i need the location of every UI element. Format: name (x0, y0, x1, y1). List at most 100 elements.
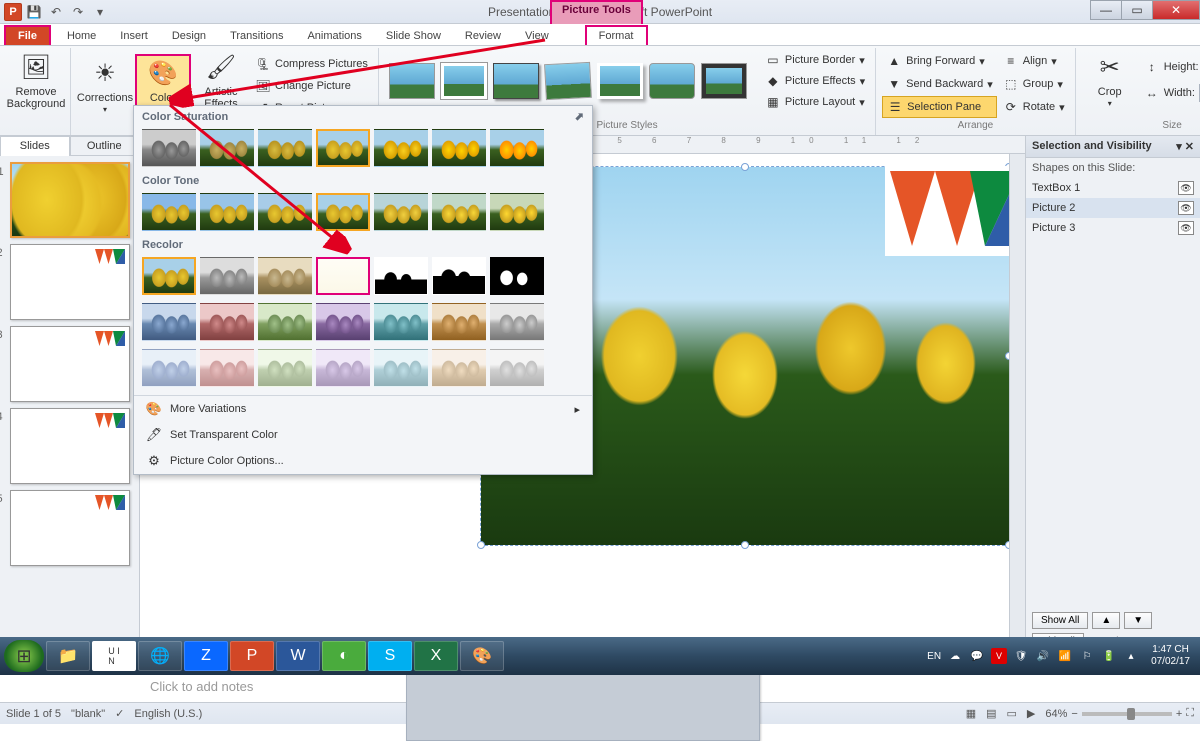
tab-outline[interactable]: Outline (70, 136, 140, 156)
recolor-swatch[interactable] (316, 303, 370, 341)
zoom-in-icon[interactable]: + (1176, 708, 1182, 720)
view-reading-icon[interactable]: ▭ (1007, 707, 1017, 720)
picture-style-item[interactable] (649, 63, 695, 99)
spellcheck-icon[interactable]: ✓ (115, 707, 124, 720)
crop-button[interactable]: ✂ Crop▾ (1082, 50, 1138, 111)
picture-layout-button[interactable]: ▦Picture Layout▾ (761, 92, 869, 112)
tab-review[interactable]: Review (453, 27, 513, 45)
reorder-down-button[interactable]: ▼ (1124, 612, 1152, 629)
picture-border-button[interactable]: ▭Picture Border▾ (761, 50, 869, 70)
taskbar-powerpoint[interactable]: P (230, 641, 274, 671)
saturation-swatch[interactable] (374, 129, 428, 167)
recolor-swatch[interactable] (142, 349, 196, 387)
set-transparent-color-item[interactable]: 🖊Set Transparent Color (134, 422, 592, 448)
tone-swatch[interactable] (432, 193, 486, 231)
picture-style-item[interactable] (597, 63, 643, 99)
compress-pictures-button[interactable]: 🗜Compress Pictures (251, 54, 372, 74)
tray-language[interactable]: EN (927, 651, 941, 662)
picture-effects-button[interactable]: ◆Picture Effects▾ (761, 71, 869, 91)
recolor-swatch[interactable] (374, 303, 428, 341)
view-normal-icon[interactable]: ▦ (966, 707, 976, 720)
recolor-swatch[interactable] (258, 303, 312, 341)
recolor-swatch[interactable] (142, 303, 196, 341)
tab-view[interactable]: View (513, 27, 561, 45)
selection-item-textbox1[interactable]: TextBox 1👁 (1026, 178, 1200, 198)
recolor-swatch[interactable] (432, 303, 486, 341)
tone-swatch[interactable] (142, 193, 196, 231)
redo-icon[interactable]: ↷ (68, 2, 88, 22)
eye-icon[interactable]: 👁 (1178, 221, 1194, 235)
tab-slideshow[interactable]: Slide Show (374, 27, 453, 45)
eye-icon[interactable]: 👁 (1178, 181, 1194, 195)
expand-icon[interactable]: ⬈ (575, 110, 584, 123)
tray-volume-icon[interactable]: 🔊 (1035, 648, 1051, 664)
saturation-swatch-selected[interactable] (316, 129, 370, 167)
recolor-swatch[interactable] (490, 349, 544, 387)
more-variations-item[interactable]: 🎨More Variations▸ (134, 396, 592, 422)
recolor-swatch[interactable] (374, 349, 428, 387)
bring-forward-button[interactable]: ▲Bring Forward▾ (882, 50, 997, 72)
save-icon[interactable]: 💾 (24, 2, 44, 22)
picture-styles-gallery[interactable] (385, 59, 751, 103)
reorder-up-button[interactable]: ▲ (1092, 612, 1120, 629)
recolor-swatch[interactable] (316, 349, 370, 387)
slide-thumbnail-5[interactable]: 5 (10, 490, 130, 566)
recolor-swatch[interactable] (200, 349, 254, 387)
zoom-out-icon[interactable]: − (1071, 708, 1077, 720)
tray-icon[interactable]: 🔋 (1101, 648, 1117, 664)
eye-icon[interactable]: 👁 (1178, 201, 1194, 215)
picture-style-item[interactable] (493, 63, 539, 99)
slide-thumbnail-1[interactable]: 1 (10, 162, 130, 238)
saturation-swatch[interactable] (258, 129, 312, 167)
taskbar-skype[interactable]: S (368, 641, 412, 671)
show-all-button[interactable]: Show All (1032, 612, 1088, 629)
saturation-swatch[interactable] (432, 129, 486, 167)
tone-swatch[interactable] (200, 193, 254, 231)
taskbar-paint[interactable]: 🎨 (460, 641, 504, 671)
recolor-swatch-bw50[interactable] (432, 257, 486, 295)
zoom-control[interactable]: 64% − + ⛶ (1045, 707, 1194, 720)
recolor-swatch-nochange[interactable] (142, 257, 196, 295)
picture-style-item[interactable] (389, 63, 435, 99)
recolor-swatch[interactable] (490, 303, 544, 341)
close-button[interactable]: ✕ (1152, 0, 1200, 20)
tab-file[interactable]: File (4, 25, 51, 45)
tray-icon[interactable]: 🛡 (1013, 648, 1029, 664)
send-backward-button[interactable]: ▼Send Backward▾ (882, 73, 997, 95)
tab-format[interactable]: Format (585, 25, 648, 45)
selection-pane-button[interactable]: ☰Selection Pane (882, 96, 997, 118)
taskbar-zalo[interactable]: Z (184, 641, 228, 671)
logo-picture[interactable] (885, 166, 1025, 256)
tray-icon[interactable]: 💬 (969, 648, 985, 664)
status-language[interactable]: English (U.S.) (134, 708, 202, 720)
tab-insert[interactable]: Insert (108, 27, 160, 45)
tab-slides[interactable]: Slides (0, 136, 70, 156)
height-field[interactable]: ↕Height: (1140, 56, 1200, 78)
align-button[interactable]: ≡Align▾ (999, 50, 1069, 72)
recolor-swatch-grayscale[interactable] (200, 257, 254, 295)
taskbar-chrome[interactable]: 🌐 (138, 641, 182, 671)
recolor-swatch-washout[interactable] (316, 257, 370, 295)
selection-item-picture2[interactable]: Picture 2👁 (1026, 198, 1200, 218)
fit-icon[interactable]: ⛶ (1186, 707, 1194, 720)
tray-icon[interactable]: V (991, 648, 1007, 664)
saturation-swatch[interactable] (490, 129, 544, 167)
tab-animations[interactable]: Animations (295, 27, 373, 45)
zoom-slider[interactable] (1082, 712, 1172, 716)
slide-thumbnail-3[interactable]: 3 (10, 326, 130, 402)
taskbar-coccoc[interactable]: ◐ (322, 641, 366, 671)
view-slideshow-icon[interactable]: ▶ (1027, 707, 1035, 720)
vertical-scrollbar[interactable] (1009, 154, 1025, 656)
tray-network-icon[interactable]: 📶 (1057, 648, 1073, 664)
picture-color-options-item[interactable]: ⚙Picture Color Options... (134, 448, 592, 474)
view-sorter-icon[interactable]: ▤ (986, 707, 996, 720)
picture-style-item[interactable] (701, 63, 747, 99)
selection-item-picture3[interactable]: Picture 3👁 (1026, 218, 1200, 238)
corrections-button[interactable]: ☀ Corrections▾ (77, 56, 133, 117)
recolor-swatch[interactable] (432, 349, 486, 387)
tray-chevron-icon[interactable]: ▴ (1123, 648, 1139, 664)
tone-swatch[interactable] (490, 193, 544, 231)
slide-thumbnail-2[interactable]: 2 (10, 244, 130, 320)
slide-thumbnail-4[interactable]: 4 (10, 408, 130, 484)
taskbar-word[interactable]: W (276, 641, 320, 671)
